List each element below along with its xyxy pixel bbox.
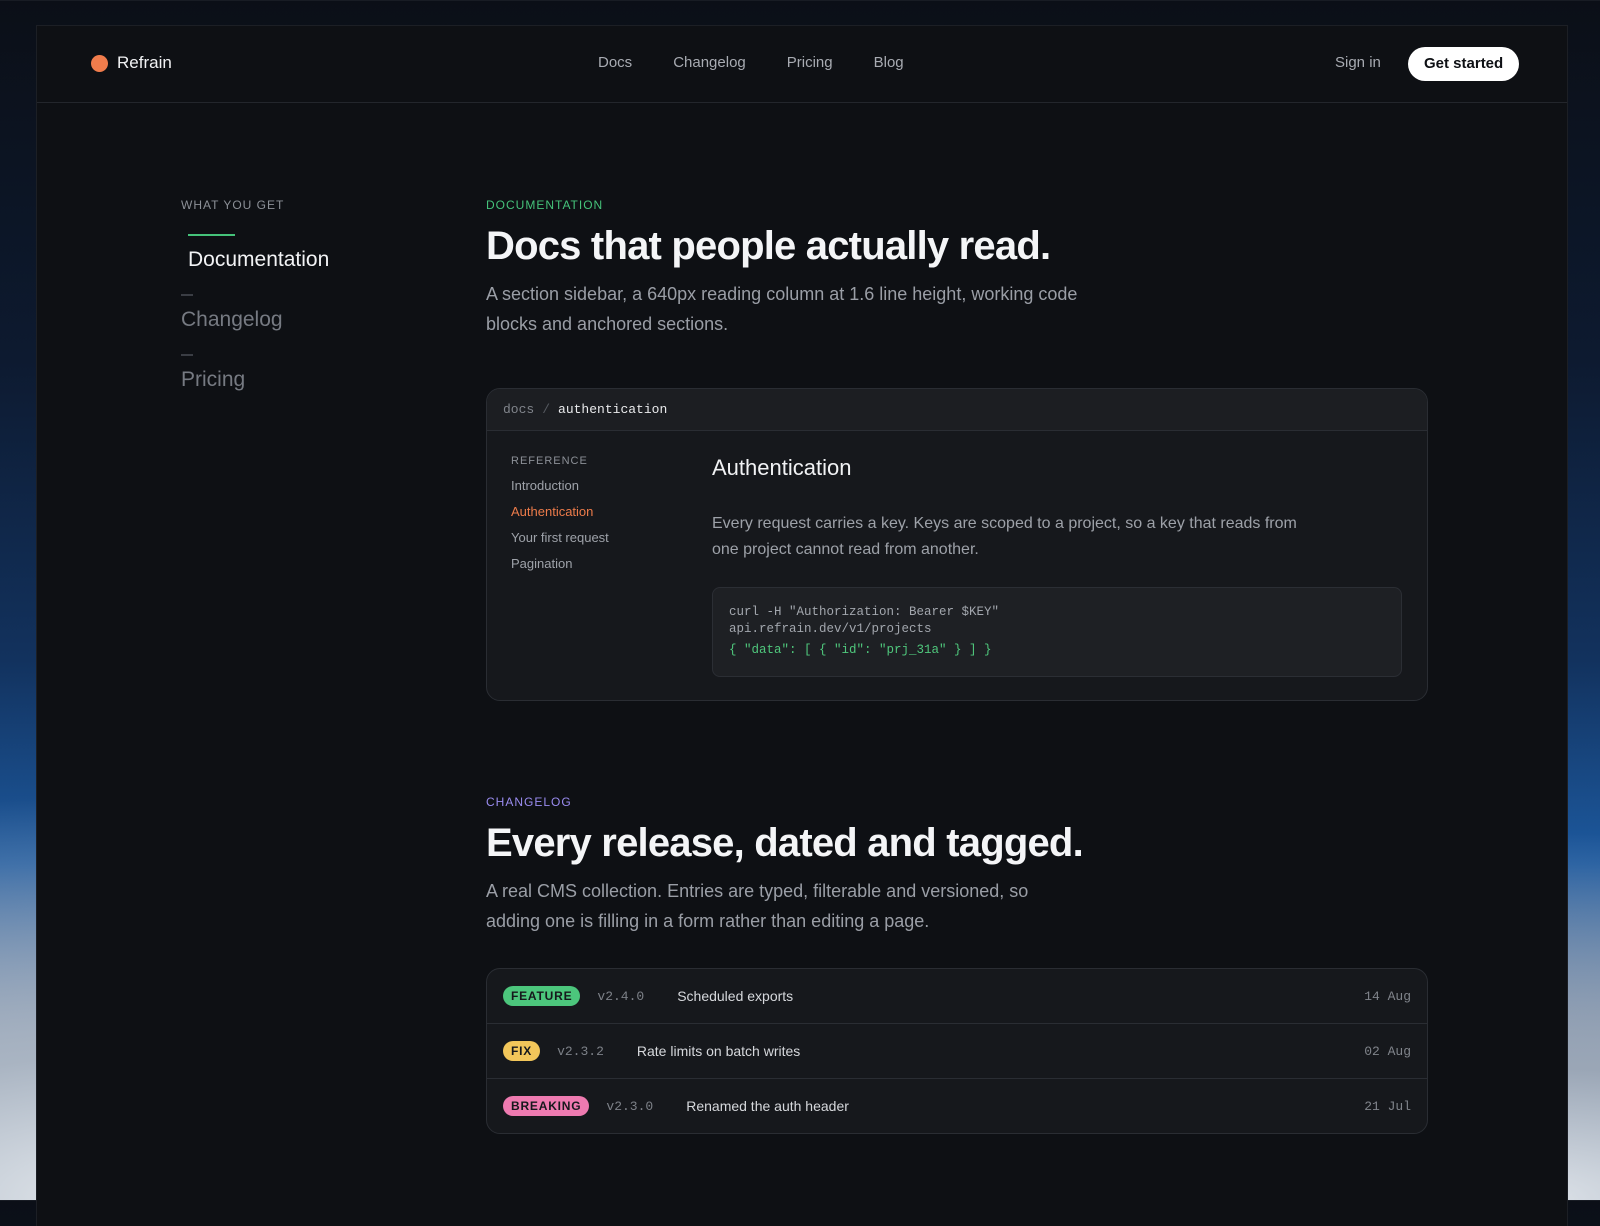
sidebar-item-documentation[interactable]: Documentation xyxy=(181,234,421,272)
doc-heading: Authentication xyxy=(712,455,852,480)
reference-label: REFERENCE xyxy=(511,455,588,467)
code-line-2: api.refrain.dev/v1/projects xyxy=(729,622,932,636)
ref-link-first-request[interactable]: Your first request xyxy=(511,530,691,545)
ref-link-pagination[interactable]: Pagination xyxy=(511,556,691,571)
code-line-3: { "data": [ { "id": "prj_31a" } ] } xyxy=(729,643,992,657)
browser-window: Refrain Docs Changelog Pricing Blog Sign… xyxy=(36,25,1568,1226)
tag-badge-breaking: BREAKING xyxy=(503,1096,590,1116)
sidebar-kicker: WHAT YOU GET xyxy=(181,198,285,212)
nav-link-pricing[interactable]: Pricing xyxy=(787,54,833,71)
brand-dot-icon xyxy=(91,54,108,72)
nav-link-changelog[interactable]: Changelog xyxy=(673,54,746,71)
changelog-section: CHANGELOG Every release, dated and tagge… xyxy=(486,795,1428,1134)
sidebar-item-pricing[interactable]: Pricing xyxy=(181,354,421,392)
ref-link-introduction[interactable]: Introduction xyxy=(511,478,691,493)
changelog-row[interactable]: BREAKING v2.3.0 Renamed the auth header … xyxy=(487,1078,1427,1133)
tag-badge-feature: FEATURE xyxy=(503,986,581,1006)
breadcrumb: docs / authentication xyxy=(487,389,1427,431)
sign-in-link[interactable]: Sign in xyxy=(1335,54,1381,71)
docs-preview-card: docs / authentication REFERENCE Introduc… xyxy=(486,388,1428,701)
docs-kicker: DOCUMENTATION xyxy=(486,198,604,212)
brand-name: Refrain xyxy=(117,53,172,72)
entry-version: v2.3.2 xyxy=(557,1043,604,1059)
sidebar-item-changelog[interactable]: Changelog xyxy=(181,294,421,332)
breadcrumb-root[interactable]: docs xyxy=(503,402,534,417)
brand-logo[interactable]: Refrain xyxy=(91,53,172,73)
nav-links: Docs Changelog Pricing Blog xyxy=(598,54,945,71)
breadcrumb-current: authentication xyxy=(558,402,668,417)
breadcrumb-separator: / xyxy=(542,402,551,417)
changelog-row[interactable]: FEATURE v2.4.0 Scheduled exports 14 Aug xyxy=(487,969,1427,1023)
nav-link-docs[interactable]: Docs xyxy=(598,54,632,71)
changelog-row[interactable]: FIX v2.3.2 Rate limits on batch writes 0… xyxy=(487,1023,1427,1078)
ref-link-authentication[interactable]: Authentication xyxy=(511,504,691,519)
changelog-lede: A real CMS collection. Entries are typed… xyxy=(486,881,1029,931)
changelog-kicker: CHANGELOG xyxy=(486,795,572,809)
reference-sidebar: REFERENCE Introduction Authentication Yo… xyxy=(511,455,691,571)
doc-body: Every request carries a key. Keys are sc… xyxy=(712,515,1297,558)
nav-link-blog[interactable]: Blog xyxy=(874,54,904,71)
code-line-1: curl -H "Authorization: Bearer $KEY" xyxy=(729,605,1000,619)
section-sidebar: WHAT YOU GET Documentation Changelog Pri… xyxy=(181,198,421,392)
docs-lede: A section sidebar, a 640px reading colum… xyxy=(486,284,1078,334)
entry-version: v2.3.0 xyxy=(606,1098,654,1114)
entry-date: 14 Aug xyxy=(1364,988,1411,1004)
entry-date: 21 Jul xyxy=(1364,1098,1411,1114)
changelog-list: FEATURE v2.4.0 Scheduled exports 14 Aug … xyxy=(486,968,1428,1134)
entry-version: v2.4.0 xyxy=(597,988,645,1004)
docs-title: Docs that people actually read. xyxy=(486,224,1051,268)
entry-date: 02 Aug xyxy=(1364,1043,1411,1059)
entry-title: Renamed the auth header xyxy=(686,1098,849,1114)
tag-badge-fix: FIX xyxy=(503,1041,541,1061)
entry-title: Scheduled exports xyxy=(677,988,794,1004)
get-started-button[interactable]: Get started xyxy=(1408,47,1520,81)
code-block: curl -H "Authorization: Bearer $KEY" api… xyxy=(712,587,1402,677)
doc-content: Authentication Every request carries a k… xyxy=(712,455,1402,677)
changelog-title: Every release, dated and tagged. xyxy=(486,821,1084,865)
top-navigation: Refrain Docs Changelog Pricing Blog Sign… xyxy=(37,26,1567,103)
entry-title: Rate limits on batch writes xyxy=(636,1043,801,1059)
documentation-section: DOCUMENTATION Docs that people actually … xyxy=(486,198,1428,701)
